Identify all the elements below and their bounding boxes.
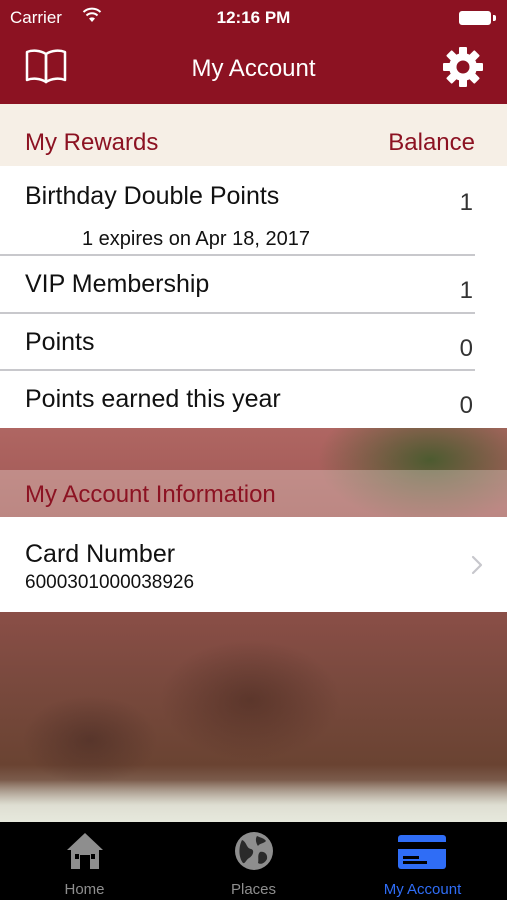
navigation-bar: Carrier 12:16 PM My Account xyxy=(0,0,507,104)
reward-balance: 0 xyxy=(459,335,473,362)
reward-label: Points xyxy=(25,328,95,356)
tab-places-label: Places xyxy=(230,881,277,898)
battery-icon xyxy=(459,11,491,25)
card-number-label: Card Number xyxy=(25,540,176,568)
reward-label: VIP Membership xyxy=(25,270,210,298)
rewards-list: Birthday Double Points 1 1 expires on Ap… xyxy=(0,166,507,428)
gear-icon[interactable] xyxy=(442,46,484,88)
tab-my-account[interactable]: My Account xyxy=(338,822,507,900)
status-bar: Carrier 12:16 PM xyxy=(0,0,507,36)
chevron-right-icon xyxy=(471,555,483,575)
tab-my-account-label: My Account xyxy=(383,881,462,898)
account-info-section-header: My Account Information xyxy=(0,470,507,517)
background-plate-rim xyxy=(0,780,507,822)
reward-balance: 0 xyxy=(459,392,473,419)
tab-bar: Home Places My Account xyxy=(0,822,507,900)
card-number-row[interactable]: Card Number 6000301000038926 xyxy=(0,517,507,612)
reward-row-vip: VIP Membership 1 xyxy=(0,256,507,312)
house-icon xyxy=(67,833,103,869)
reward-balance: 1 xyxy=(459,189,473,216)
rewards-header-balance: Balance xyxy=(388,129,475,156)
page-title: My Account xyxy=(191,55,316,82)
globe-icon xyxy=(235,832,273,870)
rewards-header-title: My Rewards xyxy=(25,129,159,156)
reward-label: Points earned this year xyxy=(25,385,281,413)
reward-label: Birthday Double Points xyxy=(25,182,280,210)
tab-home[interactable]: Home xyxy=(0,822,169,900)
reward-balance: 1 xyxy=(459,277,473,304)
rewards-section-header: My Rewards Balance xyxy=(0,104,507,166)
credit-card-icon xyxy=(398,835,446,869)
card-number-value: 6000301000038926 xyxy=(25,572,195,593)
status-time: 12:16 PM xyxy=(216,8,291,27)
account-info-header-title: My Account Information xyxy=(25,481,276,508)
tab-home-label: Home xyxy=(64,881,105,898)
battery-tip xyxy=(493,15,496,21)
reward-expiry-note: 1 expires on Apr 18, 2017 xyxy=(82,228,310,250)
tab-places[interactable]: Places xyxy=(169,822,338,900)
reward-row-points: Points 0 xyxy=(0,314,507,370)
reward-row-points-year: Points earned this year 0 xyxy=(0,371,507,428)
reward-row-birthday: Birthday Double Points 1 1 expires on Ap… xyxy=(0,166,507,254)
